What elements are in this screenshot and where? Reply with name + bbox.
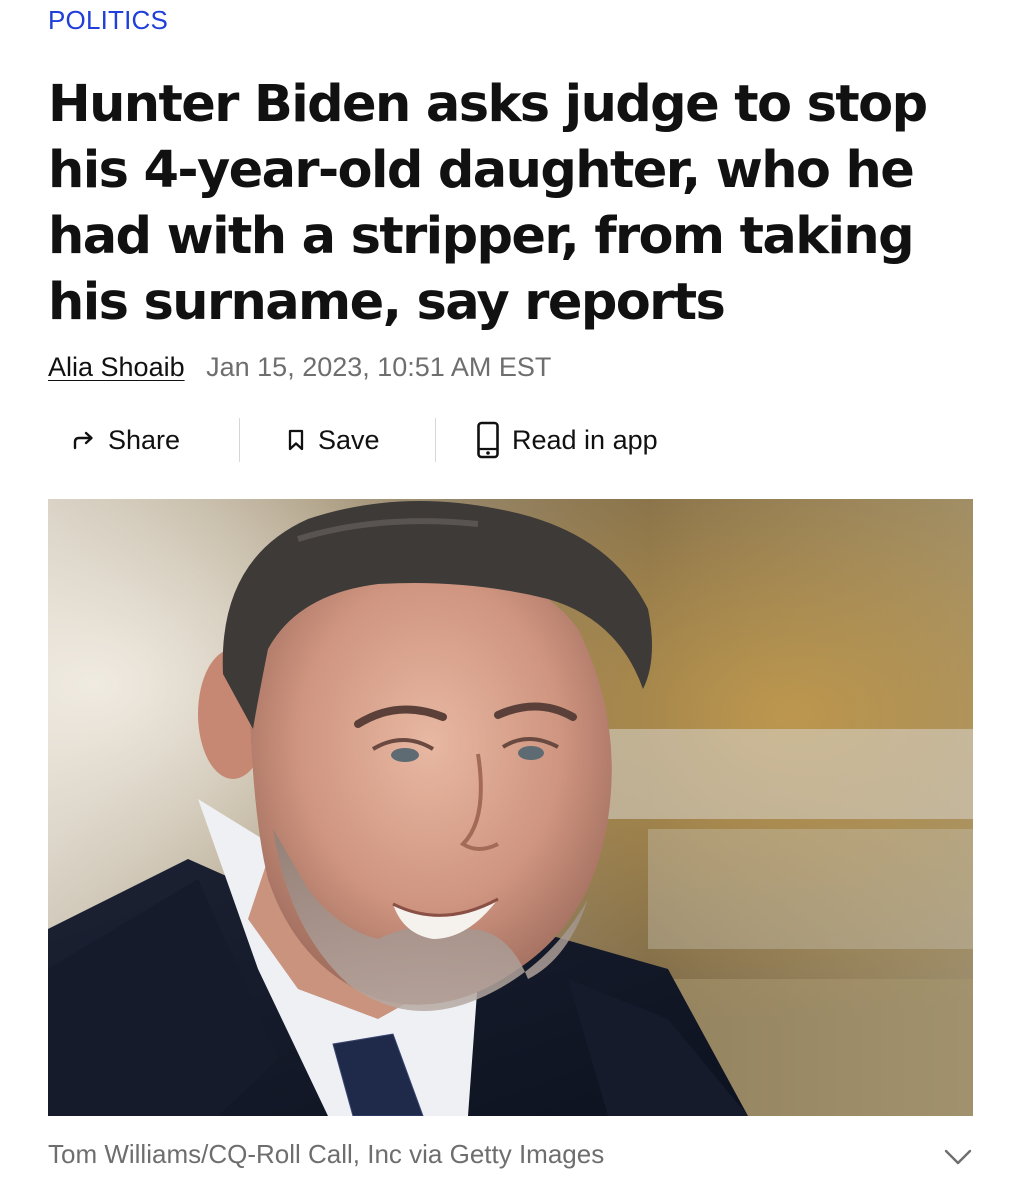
publish-timestamp: Jan 15, 2023, 10:51 AM EST: [206, 352, 552, 382]
hero-photo: [48, 499, 973, 1116]
read-in-app-label: Read in app: [512, 424, 658, 455]
bookmark-icon: [286, 428, 306, 452]
author-link[interactable]: Alia Shoaib: [48, 352, 185, 382]
action-divider: [435, 418, 436, 462]
article-headline: Hunter Biden asks judge to stop his 4-ye…: [48, 75, 928, 332]
image-caption: Tom Williams/CQ-Roll Call, Inc via Getty…: [48, 1139, 605, 1169]
phone-icon: [476, 421, 500, 459]
share-arrow-icon: [72, 429, 96, 451]
action-divider: [239, 418, 240, 462]
save-button[interactable]: Save: [286, 416, 380, 464]
read-in-app-button[interactable]: Read in app: [476, 416, 658, 464]
share-button[interactable]: Share: [72, 416, 180, 464]
article-actions: Share Save Read in app: [48, 416, 748, 464]
chevron-down-icon[interactable]: [942, 1142, 974, 1170]
share-label: Share: [108, 424, 181, 455]
category-link[interactable]: POLITICS: [48, 5, 168, 36]
save-label: Save: [318, 424, 380, 455]
byline: Alia Shoaib Jan 15, 2023, 10:51 AM EST: [48, 352, 551, 383]
